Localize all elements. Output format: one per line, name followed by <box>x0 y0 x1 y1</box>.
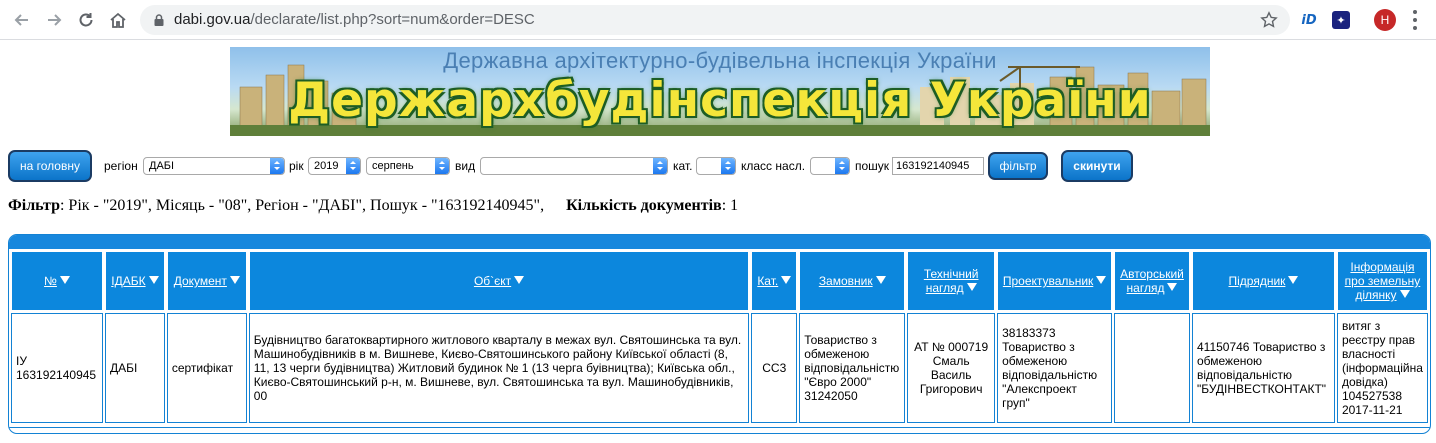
reload-button[interactable] <box>74 8 98 32</box>
search-label: пошук <box>855 159 890 173</box>
cell-idabk: ДАБІ <box>104 313 165 423</box>
cell-author-supervision <box>1114 313 1190 423</box>
column-header-document[interactable]: Документ <box>166 251 247 311</box>
arrow-left-icon <box>14 14 28 26</box>
column-header-designer[interactable]: Проектувальник <box>997 251 1113 311</box>
chevron-updown-icon <box>835 158 849 174</box>
sort-down-icon <box>781 276 792 284</box>
cell-designer: 38183373 Товариство з обмеженою відповід… <box>997 313 1113 423</box>
type-label: вид <box>455 159 476 173</box>
url-text: dabi.gov.ua/declarate/list.php?sort=num&… <box>174 11 535 28</box>
sort-down-icon <box>514 276 525 284</box>
extension-id-icon[interactable]: iD <box>1298 9 1320 31</box>
home-button[interactable] <box>106 8 130 32</box>
reload-icon <box>79 13 93 27</box>
table-top-bar <box>9 235 1430 249</box>
chevron-updown-icon <box>653 158 667 174</box>
sort-down-icon <box>1096 276 1107 284</box>
cell-land-info: витяг з реєстру прав власності (інформац… <box>1336 313 1428 423</box>
extension-app-icon[interactable]: ✦ <box>1332 11 1350 29</box>
document-count-value: : 1 <box>721 197 739 214</box>
filter-summary-label: Фільтр <box>8 197 60 214</box>
url-path: /declarate/list.php?sort=num&order=DESC <box>250 11 535 28</box>
table-header-row: № IДАБК Документ Об`єкт Кат. Замовник Те… <box>11 251 1428 311</box>
year-label: рік <box>289 159 304 173</box>
type-select[interactable] <box>480 157 668 175</box>
column-header-idabk[interactable]: IДАБК <box>104 251 165 311</box>
browser-menu-icon[interactable] <box>1410 10 1420 30</box>
cell-category: СС3 <box>751 313 798 423</box>
bookmark-star-icon[interactable] <box>1260 11 1278 29</box>
back-button[interactable] <box>10 8 34 32</box>
cell-contractor: 41150746 Товариство з обмеженою відповід… <box>1191 313 1335 423</box>
year-select[interactable]: 2019 <box>308 157 361 175</box>
region-select-value: ДАБІ <box>149 160 175 172</box>
cell-technical-supervision: АТ № 000719 Смаль Василь Григорович <box>907 313 996 423</box>
month-select-value: серпень <box>372 160 414 172</box>
lock-icon <box>154 14 164 26</box>
address-bar[interactable]: dabi.gov.ua/declarate/list.php?sort=num&… <box>140 5 1290 35</box>
filter-button[interactable]: фільтр <box>988 152 1048 180</box>
sort-down-icon <box>1167 283 1178 291</box>
column-header-customer[interactable]: Замовник <box>799 251 906 311</box>
month-select[interactable]: серпень <box>366 157 450 175</box>
site-banner: Державна архітектурно-будівельна інспекц… <box>230 47 1210 136</box>
home-icon <box>110 12 126 28</box>
cell-customer: Товариство з обмеженою відповідальністю … <box>799 313 906 423</box>
column-header-author-supervision[interactable]: Авторський нагляд <box>1114 251 1190 311</box>
region-select[interactable]: ДАБІ <box>143 157 285 175</box>
column-header-number[interactable]: № <box>11 251 103 311</box>
filter-summary: Фільтр: Рік - "2019", Місяць - "08", Рег… <box>8 197 738 215</box>
column-header-land-info[interactable]: Інформація про земельну ділянку <box>1336 251 1428 311</box>
home-page-button[interactable]: на головну <box>8 150 92 182</box>
banner-title: Держархбудінспекція України <box>288 73 1152 128</box>
browser-toolbar: dabi.gov.ua/declarate/list.php?sort=num&… <box>0 0 1436 40</box>
chevron-updown-icon <box>346 158 360 174</box>
reset-button[interactable]: скинути <box>1061 150 1133 182</box>
search-input[interactable] <box>892 157 984 175</box>
sort-down-icon <box>59 276 70 284</box>
sort-down-icon <box>1399 290 1410 298</box>
class-select[interactable] <box>810 157 850 175</box>
banner-subtitle: Державна архітектурно-будівельна інспекц… <box>443 48 997 73</box>
table-row: ІУ 163192140945 ДАБІ сертифікат Будівницт… <box>11 313 1428 423</box>
chevron-updown-icon <box>270 158 284 174</box>
sort-down-icon <box>1288 276 1299 284</box>
sort-down-icon <box>875 276 886 284</box>
table-bottom-bar <box>9 427 1430 433</box>
document-count-label: Кількість документів <box>566 197 722 214</box>
forward-button[interactable] <box>42 8 66 32</box>
column-header-object[interactable]: Об`єкт <box>248 251 750 311</box>
category-label: кат. <box>673 159 693 173</box>
sort-down-icon <box>966 283 977 291</box>
arrow-right-icon <box>48 14 62 26</box>
sort-down-icon <box>148 276 159 284</box>
cell-number: ІУ 163192140945 <box>11 313 103 423</box>
profile-avatar[interactable]: H <box>1374 9 1396 31</box>
chevron-updown-icon <box>435 158 449 174</box>
chevron-updown-icon <box>721 158 735 174</box>
sort-down-icon <box>229 276 240 284</box>
year-select-value: 2019 <box>314 160 339 172</box>
column-header-contractor[interactable]: Підрядник <box>1191 251 1335 311</box>
declarations-table: № IДАБК Документ Об`єкт Кат. Замовник Те… <box>8 234 1431 434</box>
filter-summary-text: : Рік - "2019", Місяць - "08", Регіон - … <box>59 197 545 214</box>
column-header-technical-supervision[interactable]: Технічний нагляд <box>907 251 996 311</box>
url-host: dabi.gov.ua <box>174 11 251 28</box>
cell-document: сертифікат <box>166 313 247 423</box>
class-label: класс насл. <box>741 159 806 173</box>
cell-object: Будівництво багатоквартирного житлового … <box>248 313 750 423</box>
column-header-category[interactable]: Кат. <box>751 251 798 311</box>
category-select[interactable] <box>696 157 736 175</box>
region-label: регіон <box>104 159 138 173</box>
